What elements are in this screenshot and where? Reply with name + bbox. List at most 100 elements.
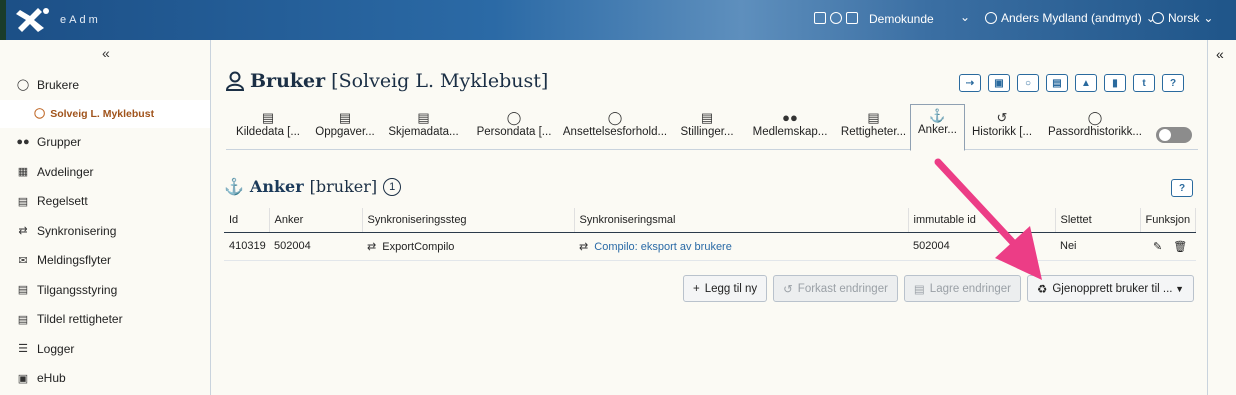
anchor-icon: ⚓: [224, 177, 244, 196]
lock-icon: ▣: [994, 77, 1004, 89]
tab-label: Medlemskap...: [752, 126, 828, 138]
column-header-slettet[interactable]: Slettet: [1055, 208, 1141, 233]
plus-icon: +: [693, 282, 700, 295]
copy-icon[interactable]: [846, 12, 858, 24]
lock-button[interactable]: ▣: [988, 74, 1010, 92]
login-button[interactable]: ⇢: [959, 74, 981, 92]
bookmark-button[interactable]: ▮: [1104, 74, 1126, 92]
sidebar-item-synkronisering[interactable]: ⇄ Synkronisering: [0, 216, 210, 246]
add-new-button[interactable]: + Legg til ny: [683, 275, 768, 302]
logo-icon: [16, 8, 49, 32]
tab-anker[interactable]: ⚓ Anker...: [910, 104, 965, 151]
sidebar-item-label: Grupper: [37, 135, 82, 150]
sidebar-item-ehub[interactable]: ▣ eHub: [0, 364, 210, 394]
access-icon: ▤: [17, 284, 29, 297]
logo[interactable]: eAdm: [16, 6, 101, 34]
sidebar-item-label: Synkronisering: [37, 223, 117, 238]
briefcase-icon: ▤: [700, 110, 714, 125]
sidebar-subitem-user[interactable]: ◯ Solveig L. Myklebust: [0, 99, 210, 128]
tab-kildedata[interactable]: ▤ Kildedata [...: [226, 107, 310, 150]
note-icon[interactable]: [814, 12, 826, 24]
chevron-down-icon[interactable]: ⌄: [960, 10, 970, 24]
id-card-button[interactable]: ▤: [1046, 74, 1068, 92]
page-title: Bruker [Solveig L. Myklebust]: [226, 70, 548, 92]
column-header-immutable-id[interactable]: immutable id: [908, 208, 1056, 233]
restore-user-dropdown[interactable]: ♻ Gjenopprett bruker til ... ▼: [1027, 275, 1194, 302]
t-button[interactable]: t: [1133, 74, 1155, 92]
user-name: Anders Mydland (andmyd): [1001, 11, 1142, 25]
sidebar-item-logger[interactable]: ☰ Logger: [0, 334, 210, 364]
sidebar-item-avdelinger[interactable]: ▦ Avdelinger: [0, 157, 210, 187]
expand-right-panel-button[interactable]: «: [1216, 46, 1224, 62]
sidebar-item-regelsett[interactable]: ▤ Regelsett: [0, 187, 210, 217]
column-header-mal[interactable]: Synkroniseringsmal: [574, 208, 909, 233]
undo-icon: ↺: [783, 283, 793, 296]
document-search-icon: ▤: [261, 110, 275, 125]
help-icon: ?: [1169, 77, 1177, 89]
add-new-label: Legg til ny: [704, 282, 758, 295]
tab-label: Ansettelsesforhold...: [562, 126, 668, 138]
customer-select[interactable]: Demokunde: [869, 12, 934, 26]
save-changes-button[interactable]: ▤ Lagre endringer: [903, 275, 1021, 302]
section-title-sub: [bruker]: [309, 177, 378, 196]
help-button[interactable]: ?: [1162, 74, 1184, 92]
login-icon: ⇢: [965, 77, 975, 89]
trash-icon[interactable]: 🗑: [1173, 241, 1187, 253]
tab-label: Rettigheter...: [840, 126, 907, 138]
group-icon: ●●: [16, 136, 30, 149]
sidebar-item-label: eHub: [37, 371, 66, 386]
sidebar-nav: ◯ Brukere ◯ Solveig L. Myklebust ●● Grup…: [0, 70, 210, 393]
recycle-icon: ♻: [1037, 283, 1048, 296]
discard-label: Forkast endringer: [797, 282, 888, 295]
tab-label: Stillinger...: [680, 126, 734, 138]
tab-label: Kildedata [...: [236, 126, 300, 138]
language-menu[interactable]: Norsk ⌄: [1152, 11, 1213, 25]
sidebar-item-tildel-rettigheter[interactable]: ▤ Tildel rettigheter: [0, 305, 210, 335]
chat-button[interactable]: ○: [1017, 74, 1039, 92]
tab-oppgaver[interactable]: ▤ Oppgaver...: [312, 107, 378, 150]
column-header-anker[interactable]: Anker: [269, 208, 363, 233]
sidebar-item-grupper[interactable]: ●● Grupper: [0, 128, 210, 158]
count-badge: 1: [383, 177, 402, 196]
clipboard-icon: ▤: [338, 110, 352, 125]
column-header-steg[interactable]: Synkroniseringssteg: [362, 208, 575, 233]
tab-label: Skjemadata...: [388, 126, 459, 138]
page-title-sub: [Solveig L. Myklebust]: [331, 70, 549, 92]
sidebar-item-tilgangsstyring[interactable]: ▤ Tilgangsstyring: [0, 275, 210, 305]
history-icon: ↺: [996, 110, 1008, 125]
tab-historikk[interactable]: ↺ Historikk [...: [967, 107, 1037, 150]
toggle-switch[interactable]: [1156, 127, 1192, 143]
pin-icon: ▲: [1081, 77, 1091, 89]
anchor-table: Id Anker Synkroniseringssteg Synkroniser…: [224, 208, 1196, 261]
save-icon: ▤: [913, 283, 925, 296]
cell-anker: 502004: [269, 232, 362, 261]
right-panel-strip: «: [1207, 40, 1236, 395]
tab-stillinger[interactable]: ▤ Stillinger...: [674, 107, 740, 150]
tab-medlemskap[interactable]: ●● Medlemskap...: [746, 107, 834, 150]
top-icons: [814, 12, 858, 24]
tab-persondata[interactable]: ◯ Persondata [...: [471, 107, 557, 150]
collapse-sidebar-button[interactable]: «: [102, 45, 110, 61]
save-label: Lagre endringer: [929, 282, 1011, 295]
sync-icon: ⇄: [18, 225, 28, 238]
section-help-button[interactable]: ?: [1171, 179, 1193, 197]
globe-icon: [1152, 12, 1164, 24]
sidebar: « ◯ Brukere ◯ Solveig L. Myklebust ●● Gr…: [0, 40, 211, 395]
discard-changes-button[interactable]: ↺ Forkast endringer: [773, 275, 898, 302]
tab-skjemadata[interactable]: ▤ Skjemadata...: [381, 107, 466, 150]
tab-ansettelsesforhold[interactable]: ◯ Ansettelsesforhold...: [559, 107, 671, 150]
pin-button[interactable]: ▲: [1075, 74, 1097, 92]
tab-passordhistorikk[interactable]: ◯ Passordhistorikk...: [1044, 107, 1146, 150]
sync-step-icon: ⇄: [367, 240, 377, 253]
section-title: ⚓ Anker [bruker] 1: [224, 177, 402, 196]
sidebar-item-brukere[interactable]: ◯ Brukere: [0, 70, 210, 100]
link-icon[interactable]: [830, 12, 842, 24]
tab-rettigheter[interactable]: ▤ Rettigheter...: [835, 107, 912, 150]
sidebar-item-meldingsflyter[interactable]: ✉ Meldingsflyter: [0, 246, 210, 276]
edit-icon[interactable]: ✎: [1153, 241, 1162, 253]
column-header-id[interactable]: Id: [224, 208, 270, 233]
id-badge-icon: ▤: [867, 110, 880, 125]
sync-template-link[interactable]: Compilo: eksport av brukere: [594, 241, 732, 253]
user-menu[interactable]: Anders Mydland (andmyd) ⌄: [985, 11, 1156, 25]
tab-label: Passordhistorikk...: [1048, 126, 1142, 138]
